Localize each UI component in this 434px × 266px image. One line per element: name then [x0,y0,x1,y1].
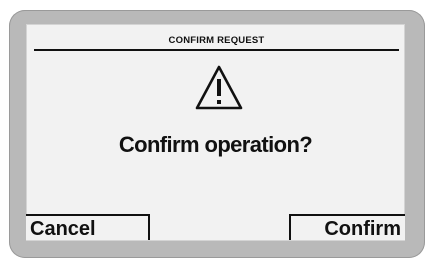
warning-triangle-icon [195,65,243,110]
dialog-title: CONFIRM REQUEST [34,33,399,51]
lcd-screen: CONFIRM REQUEST Confirm operation? Cance… [26,24,405,241]
confirm-button[interactable]: Confirm [289,214,405,240]
cancel-button[interactable]: Cancel [26,214,150,240]
confirm-message: Confirm operation? [118,132,313,157]
